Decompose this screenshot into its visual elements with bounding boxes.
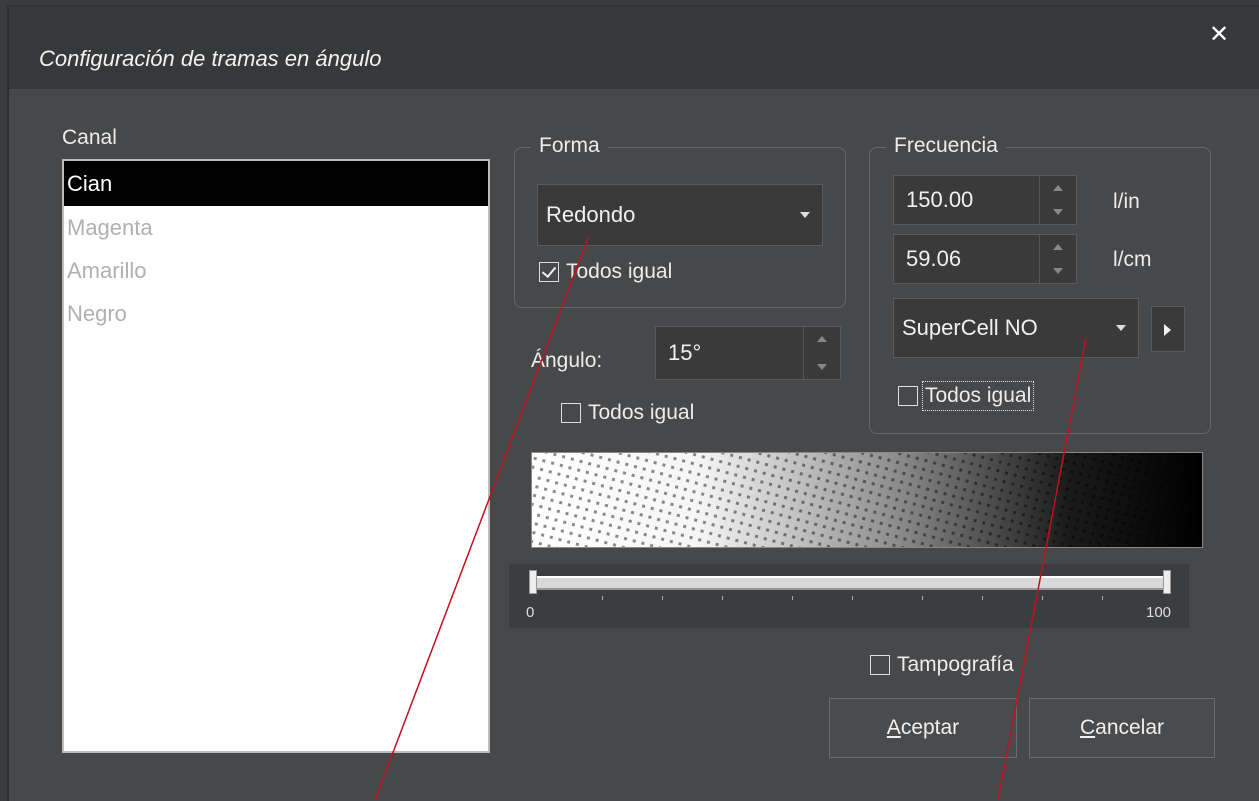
slider-tick [602,596,603,600]
checkbox-unchecked-icon [870,655,890,675]
lpi-unit: l/in [1113,190,1140,213]
cancel-label-rest: ancelar [1095,716,1165,739]
checkbox-unchecked-icon [561,403,581,423]
accept-mnemonic: A [886,716,901,739]
supercell-value: SuperCell NO [902,315,1038,340]
slider-tick [852,596,853,600]
forma-group: Forma Redondo Todos igual [514,134,846,308]
close-icon[interactable]: ✕ [1209,20,1229,49]
cancel-button[interactable]: Cancelar [1029,698,1215,758]
angle-spin-buttons[interactable] [803,327,840,379]
lpi-value: 150.00 [906,187,974,212]
chevron-down-icon [800,212,810,218]
title-bar: Configuración de tramas en ángulo ✕ [9,6,1259,89]
forma-todos-igual-label: Todos igual [566,260,673,283]
halftone-gradient-image [532,453,1202,547]
slider-tick [1102,596,1103,600]
slider-thumb-low[interactable] [529,570,537,594]
spin-up-icon[interactable] [1053,244,1063,250]
supercell-dropdown[interactable]: SuperCell NO [893,298,1139,358]
frecuencia-todos-igual-checkbox[interactable]: Todos igual [898,381,1035,411]
lpcm-value: 59.06 [906,246,962,271]
accept-label-rest: ceptar [900,716,960,739]
spin-down-icon[interactable] [1053,209,1063,215]
channel-listbox[interactable]: Cian Magenta Amarillo Negro [62,159,490,753]
cancel-mnemonic: C [1079,716,1096,739]
slider-tick [982,596,983,600]
dialog-title: Configuración de tramas en ángulo [39,46,382,71]
lpi-spin-buttons[interactable] [1039,176,1076,224]
lpcm-spinbox[interactable]: 59.06 [893,234,1077,284]
slider-tick [662,596,663,600]
shape-value: Redondo [546,202,636,227]
slider-tick [722,596,723,600]
halftone-preview [531,452,1203,548]
angulo-label: Ángulo: [531,349,603,372]
frecuencia-legend: Frecuencia [886,134,1006,158]
canal-label: Canal [62,126,117,149]
halftone-dialog: Configuración de tramas en ángulo ✕ Cana… [7,5,1259,801]
angle-value: 15° [668,340,702,365]
list-item-cian[interactable]: Cian [64,161,488,206]
spin-up-icon[interactable] [1053,185,1063,191]
range-slider[interactable]: 0 100 [509,564,1189,628]
chevron-down-icon [1116,325,1126,331]
spin-down-icon[interactable] [1053,268,1063,274]
checkbox-checked-icon [539,262,559,282]
angulo-todos-igual-checkbox[interactable]: Todos igual [561,401,694,425]
frecuencia-group: Frecuencia 150.00 l/in 59.06 l/cm SuperC… [869,134,1211,434]
slider-tick [1042,596,1043,600]
angle-spinbox[interactable]: 15° [655,326,841,380]
forma-todos-igual-checkbox[interactable]: Todos igual [539,260,672,284]
play-arrow-button[interactable] [1151,306,1185,352]
lpi-spinbox[interactable]: 150.00 [893,175,1077,225]
tampografia-checkbox[interactable]: Tampografía [870,653,1014,677]
shape-dropdown[interactable]: Redondo [537,184,823,246]
slider-tick [922,596,923,600]
list-item-amarillo[interactable]: Amarillo [64,249,488,292]
slider-max-label: 100 [1146,604,1172,621]
lpcm-unit: l/cm [1113,248,1152,271]
angulo-todos-igual-label: Todos igual [588,401,695,424]
accept-button[interactable]: Aceptar [829,698,1017,758]
lpcm-spin-buttons[interactable] [1039,235,1076,283]
spin-down-icon[interactable] [817,364,827,370]
spin-up-icon[interactable] [817,336,827,342]
list-item-magenta[interactable]: Magenta [64,206,488,249]
slider-thumb-high[interactable] [1163,570,1171,594]
tampografia-label: Tampografía [897,653,1014,676]
forma-legend: Forma [531,134,608,158]
frecuencia-todos-igual-label: Todos igual [921,381,1035,411]
list-item-negro[interactable]: Negro [64,292,488,335]
checkbox-unchecked-icon [898,386,918,406]
slider-track[interactable] [531,576,1171,590]
slider-min-label: 0 [526,604,535,621]
slider-tick [792,596,793,600]
